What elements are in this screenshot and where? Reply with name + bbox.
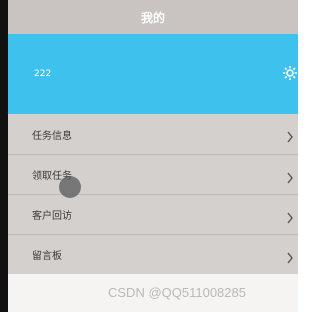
menu-item-claim-task[interactable]: 领取任务	[8, 154, 298, 194]
username-label: 222	[34, 69, 52, 79]
page-title: 我的	[140, 10, 165, 25]
menu-item-label: 留言板	[32, 251, 62, 262]
gear-icon[interactable]	[282, 65, 298, 81]
chevron-right-icon	[286, 128, 294, 143]
menu-item-task-info[interactable]: 任务信息	[8, 114, 298, 154]
menu-item-message-board[interactable]: 留言板	[8, 234, 298, 274]
menu-item-label: 客户回访	[32, 211, 72, 222]
menu-item-customer-visit[interactable]: 客户回访	[8, 194, 298, 234]
chevron-right-icon	[286, 209, 294, 224]
app-screen: 我的 222 任务信息 领取任务 客户回访 留言板 CSDN @QQ511008…	[8, 0, 298, 312]
menu-list: 任务信息 领取任务 客户回访 留言板	[8, 114, 298, 274]
chevron-right-icon	[286, 169, 294, 184]
screen-frame: 我的 222 任务信息 领取任务 客户回访 留言板 CSDN @QQ511008…	[0, 0, 298, 312]
title-bar: 我的	[8, 0, 298, 34]
device-bezel	[0, 0, 8, 312]
menu-item-label: 任务信息	[32, 130, 72, 142]
watermark-text: CSDN @QQ511008285	[108, 285, 246, 300]
chevron-right-icon	[286, 249, 294, 264]
touch-indicator	[59, 176, 81, 198]
profile-banner[interactable]: 222	[8, 34, 298, 114]
